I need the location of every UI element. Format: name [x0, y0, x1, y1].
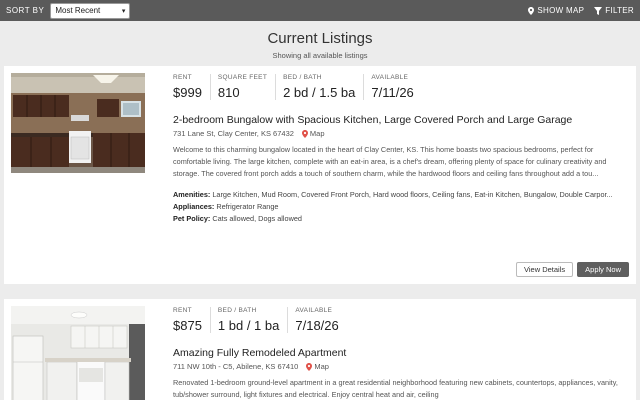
appliances-row: Appliances: Refrigerator Range [173, 201, 625, 213]
listing-description: Renovated 1-bedroom ground-level apartme… [173, 378, 618, 400]
kitchen-photo [11, 73, 145, 173]
stat-rent: RENT $875 [173, 307, 211, 333]
stat-label: BED / BATH [217, 307, 257, 314]
filter-icon [594, 6, 603, 15]
chevron-down-icon: ▾ [121, 7, 126, 15]
pet-policy-row: Pet Policy: Cats allowed, Dogs allowed [173, 213, 625, 225]
map-pin-icon [306, 362, 313, 371]
toolbar: SORT BY Most Recent ▾ SHOW MAP FILTER [0, 0, 640, 21]
map-pin-icon [301, 129, 308, 138]
amenities-row: Amenities: Large Kitchen, Mud Room, Cove… [173, 189, 625, 201]
stat-label: RENT [173, 307, 192, 314]
sort-select-value: Most Recent [55, 6, 101, 15]
show-map-label: SHOW MAP [537, 6, 585, 15]
listing-title[interactable]: 2-bedroom Bungalow with Spacious Kitchen… [173, 114, 628, 126]
listing-details: RENT $999 SQUARE FEET 810 BED / BATH 2 b… [173, 74, 628, 225]
listing-title[interactable]: Amazing Fully Remodeled Apartment [173, 347, 628, 359]
listing-address: 711 NW 10th - C5, Abilene, KS 67410 [173, 362, 299, 371]
pet-policy-value: Cats allowed, Dogs allowed [212, 214, 302, 224]
stat-value: $999 [173, 85, 202, 100]
appliances-value: Refrigerator Range [216, 201, 279, 211]
filter-button[interactable]: FILTER [594, 6, 634, 15]
stat-value: 2 bd / 1.5 ba [283, 85, 356, 100]
sort-by-label: SORT BY [6, 6, 45, 15]
map-link[interactable]: Map [301, 129, 325, 138]
stat-rent: RENT $999 [173, 74, 211, 100]
page-heading: Current Listings Showing all available l… [0, 30, 640, 60]
stat-label: AVAILABLE [371, 74, 409, 81]
stat-bed-bath: BED / BATH 2 bd / 1.5 ba [283, 74, 365, 100]
sort-select[interactable]: Most Recent ▾ [50, 2, 131, 19]
apply-now-button[interactable]: Apply Now [577, 262, 629, 277]
map-pin-icon [528, 6, 535, 15]
map-link[interactable]: Map [306, 362, 329, 371]
listing-card: RENT $999 SQUARE FEET 810 BED / BATH 2 b… [4, 66, 636, 284]
listing-photo[interactable] [11, 73, 145, 173]
listing-photo[interactable] [11, 306, 145, 400]
listing-stats: RENT $875 BED / BATH 1 bd / 1 ba AVAILAB… [173, 307, 628, 333]
map-link-label: Map [309, 129, 325, 138]
amenities-label: Amenities: [173, 189, 211, 199]
page-subtitle: Showing all available listings [272, 51, 368, 60]
view-details-button[interactable]: View Details [516, 262, 574, 277]
stat-available: AVAILABLE 7/18/26 [295, 307, 346, 333]
stat-label: BED / BATH [283, 74, 322, 81]
listing-address-row: 731 Lane St, Clay Center, KS 67432 Map [173, 129, 628, 138]
stat-label: AVAILABLE [295, 307, 333, 314]
pet-policy-label: Pet Policy: [173, 214, 211, 224]
page-title: Current Listings [267, 30, 373, 47]
stat-value: $875 [173, 318, 202, 333]
stat-available: AVAILABLE 7/11/26 [371, 74, 421, 100]
listing-address-row: 711 NW 10th - C5, Abilene, KS 67410 Map [173, 362, 628, 371]
listing-stats: RENT $999 SQUARE FEET 810 BED / BATH 2 b… [173, 74, 628, 100]
listing-address: 731 Lane St, Clay Center, KS 67432 [173, 129, 294, 138]
apartment-kitchen-photo [11, 306, 145, 400]
stat-label: RENT [173, 74, 192, 81]
listing-card: RENT $875 BED / BATH 1 bd / 1 ba AVAILAB… [4, 299, 636, 400]
listing-actions: View Details Apply Now [516, 262, 629, 277]
listing-details: RENT $875 BED / BATH 1 bd / 1 ba AVAILAB… [173, 307, 628, 400]
stat-value: 7/18/26 [295, 318, 339, 333]
show-map-button[interactable]: SHOW MAP [528, 6, 584, 15]
appliances-label: Appliances: [173, 201, 215, 211]
map-link-label: Map [314, 362, 329, 371]
amenities-value: Large Kitchen, Mud Room, Covered Front P… [212, 189, 613, 199]
stat-value: 810 [217, 85, 240, 100]
stat-value: 1 bd / 1 ba [217, 318, 280, 333]
stat-label: SQUARE FEET [217, 74, 268, 81]
filter-label: FILTER [605, 6, 634, 15]
stat-value: 7/11/26 [371, 85, 414, 100]
stat-bed-bath: BED / BATH 1 bd / 1 ba [217, 307, 289, 333]
stat-square-feet: SQUARE FEET 810 [217, 74, 277, 100]
listing-description: Welcome to this charming bungalow locate… [173, 145, 607, 179]
